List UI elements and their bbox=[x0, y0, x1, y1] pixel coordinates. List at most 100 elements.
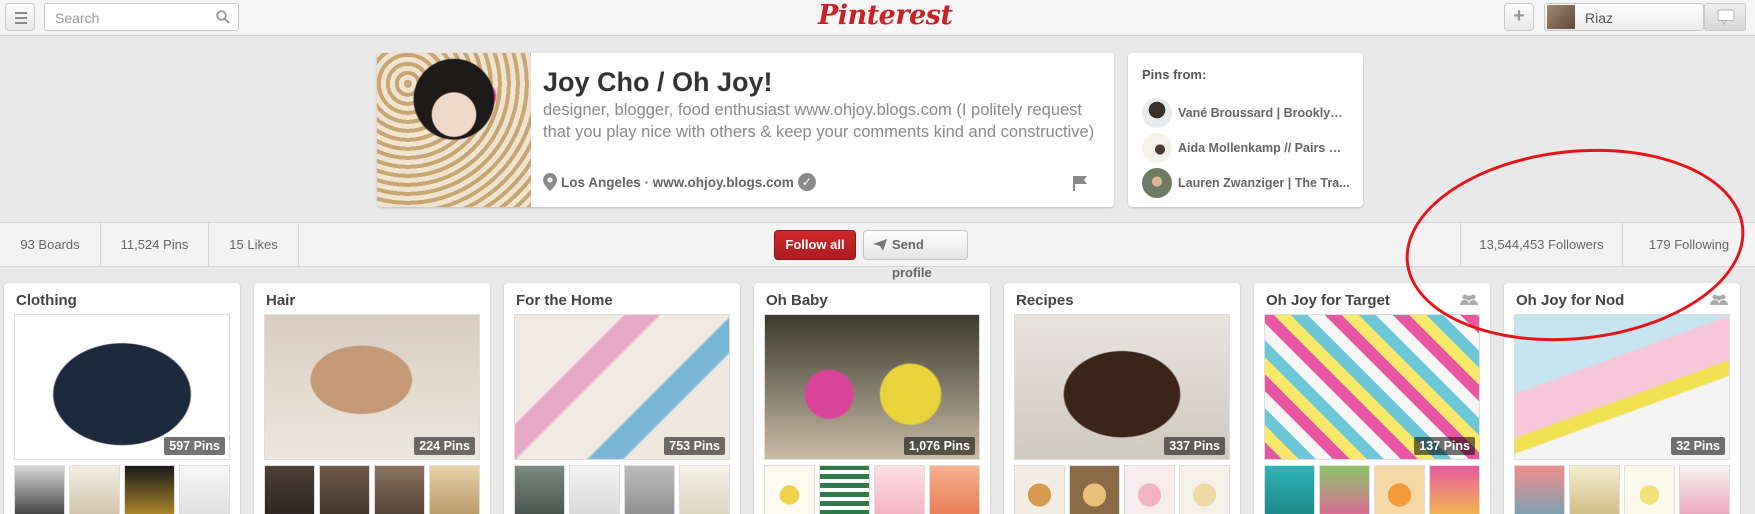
flag-icon[interactable] bbox=[1072, 175, 1088, 191]
board-thumbnail bbox=[514, 465, 565, 514]
board-thumbnails bbox=[14, 465, 230, 514]
board-thumbnail bbox=[1514, 465, 1565, 514]
board-thumbnail bbox=[764, 465, 815, 514]
likes-count-tab[interactable]: 15 Likes bbox=[209, 223, 299, 266]
board-card[interactable]: Recipes 337 Pins bbox=[1004, 283, 1240, 514]
pins-from-item[interactable]: Aida Mollenkamp // Pairs W... bbox=[1142, 133, 1352, 163]
follow-all-button[interactable]: Follow all bbox=[774, 230, 856, 260]
board-cover-image: 753 Pins bbox=[514, 314, 730, 460]
board-card[interactable]: Clothing 597 Pins bbox=[4, 283, 240, 514]
board-thumbnail bbox=[124, 465, 175, 514]
search-icon[interactable] bbox=[216, 10, 230, 24]
menu-icon-line bbox=[15, 22, 27, 24]
board-thumbnail bbox=[1624, 465, 1675, 514]
pins-from-panel: Pins from: Vané Broussard | Brooklyn ...… bbox=[1128, 53, 1363, 207]
menu-icon bbox=[15, 12, 27, 14]
board-title: Oh Baby bbox=[766, 292, 828, 309]
pins-count-tab[interactable]: 11,524 Pins bbox=[101, 223, 209, 266]
board-thumbnail bbox=[819, 465, 870, 514]
location-pin-icon bbox=[543, 173, 557, 191]
board-pin-count: 597 Pins bbox=[164, 437, 225, 455]
board-cover-image: 337 Pins bbox=[1014, 314, 1230, 460]
board-thumbnail bbox=[1264, 465, 1315, 514]
board-card[interactable]: Hair 224 Pins bbox=[254, 283, 490, 514]
pinterest-logo[interactable]: Pinterest bbox=[818, 0, 953, 31]
plus-icon: + bbox=[1513, 5, 1525, 27]
board-title: For the Home bbox=[516, 292, 613, 309]
board-thumbnail bbox=[679, 465, 730, 514]
board-thumbnail bbox=[374, 465, 425, 514]
boards-count-tab[interactable]: 93 Boards bbox=[0, 223, 101, 266]
search-placeholder: Search bbox=[55, 10, 100, 26]
group-board-icon bbox=[1710, 294, 1728, 305]
location-text[interactable]: Los Angeles · www.ohjoy.blogs.com bbox=[561, 175, 794, 190]
pins-from-item[interactable]: Vané Broussard | Brooklyn ... bbox=[1142, 98, 1352, 128]
board-thumbnail bbox=[1569, 465, 1620, 514]
add-pin-button[interactable]: + bbox=[1504, 3, 1534, 31]
board-card[interactable]: Oh Baby 1,076 Pins bbox=[754, 283, 990, 514]
board-pin-count: 137 Pins bbox=[1414, 437, 1475, 455]
board-thumbnail bbox=[179, 465, 230, 514]
board-thumbnails bbox=[1514, 465, 1730, 514]
avatar bbox=[1142, 133, 1172, 163]
pins-from-title: Pins from: bbox=[1142, 67, 1207, 82]
top-header: Search Pinterest + Riaz bbox=[0, 0, 1755, 36]
board-pin-count: 224 Pins bbox=[414, 437, 475, 455]
board-cover-image: 224 Pins bbox=[264, 314, 480, 460]
board-thumbnail bbox=[1014, 465, 1065, 514]
menu-button[interactable] bbox=[5, 3, 35, 31]
board-thumbnail bbox=[874, 465, 925, 514]
board-pin-count: 32 Pins bbox=[1671, 437, 1725, 455]
notification-icon bbox=[1717, 9, 1735, 25]
pins-from-item[interactable]: Lauren Zwanziger | The Tra... bbox=[1142, 168, 1352, 198]
board-thumbnail bbox=[1374, 465, 1425, 514]
board-thumbnail bbox=[1069, 465, 1120, 514]
board-thumbnail bbox=[319, 465, 370, 514]
board-thumbnails bbox=[764, 465, 980, 514]
profile-name: Joy Cho / Oh Joy! bbox=[543, 67, 773, 97]
board-thumbnail bbox=[569, 465, 620, 514]
user-menu-button[interactable]: Riaz bbox=[1544, 3, 1704, 31]
avatar bbox=[1547, 5, 1575, 29]
send-icon bbox=[873, 239, 887, 251]
verified-icon: ✓ bbox=[797, 173, 816, 191]
board-title: Oh Joy for Target bbox=[1266, 292, 1390, 309]
board-thumbnail bbox=[429, 465, 480, 514]
search-input[interactable]: Search bbox=[44, 3, 239, 31]
profile-location: Los Angeles · www.ohjoy.blogs.com ✓ bbox=[543, 173, 816, 191]
board-thumbnail bbox=[624, 465, 675, 514]
pins-from-name: Lauren Zwanziger | The Tra... bbox=[1178, 176, 1350, 190]
user-name: Riaz bbox=[1585, 10, 1614, 26]
board-cover-image: 137 Pins bbox=[1264, 314, 1480, 460]
board-thumbnails bbox=[514, 465, 730, 514]
menu-icon-line bbox=[15, 17, 27, 19]
board-pin-count: 753 Pins bbox=[664, 437, 725, 455]
board-thumbnails bbox=[264, 465, 480, 514]
board-thumbnail bbox=[929, 465, 980, 514]
board-cover-image: 1,076 Pins bbox=[764, 314, 980, 460]
profile-bio: designer, blogger, food enthusiast www.o… bbox=[543, 101, 1095, 141]
board-thumbnail bbox=[69, 465, 120, 514]
board-thumbnails bbox=[1264, 465, 1480, 514]
board-pin-count: 1,076 Pins bbox=[903, 437, 975, 455]
profile-card: Joy Cho / Oh Joy! designer, blogger, foo… bbox=[377, 53, 1114, 207]
send-profile-button[interactable]: Send profile bbox=[863, 230, 968, 280]
notifications-button[interactable] bbox=[1704, 3, 1746, 31]
board-title: Clothing bbox=[16, 292, 77, 309]
send-profile-label: Send profile bbox=[892, 237, 932, 280]
avatar bbox=[1142, 168, 1172, 198]
board-cover-image: 597 Pins bbox=[14, 314, 230, 460]
board-thumbnail bbox=[1679, 465, 1730, 514]
board-thumbnail bbox=[1179, 465, 1230, 514]
board-thumbnail bbox=[1429, 465, 1480, 514]
board-card[interactable]: For the Home 753 Pins bbox=[504, 283, 740, 514]
profile-photo bbox=[377, 53, 531, 207]
board-title: Hair bbox=[266, 292, 296, 309]
pins-from-name: Vané Broussard | Brooklyn ... bbox=[1178, 106, 1350, 120]
board-title: Recipes bbox=[1016, 292, 1074, 309]
board-thumbnails bbox=[1014, 465, 1230, 514]
avatar bbox=[1142, 98, 1172, 128]
board-thumbnail bbox=[1124, 465, 1175, 514]
pins-from-name: Aida Mollenkamp // Pairs W... bbox=[1178, 141, 1350, 155]
board-thumbnail bbox=[264, 465, 315, 514]
